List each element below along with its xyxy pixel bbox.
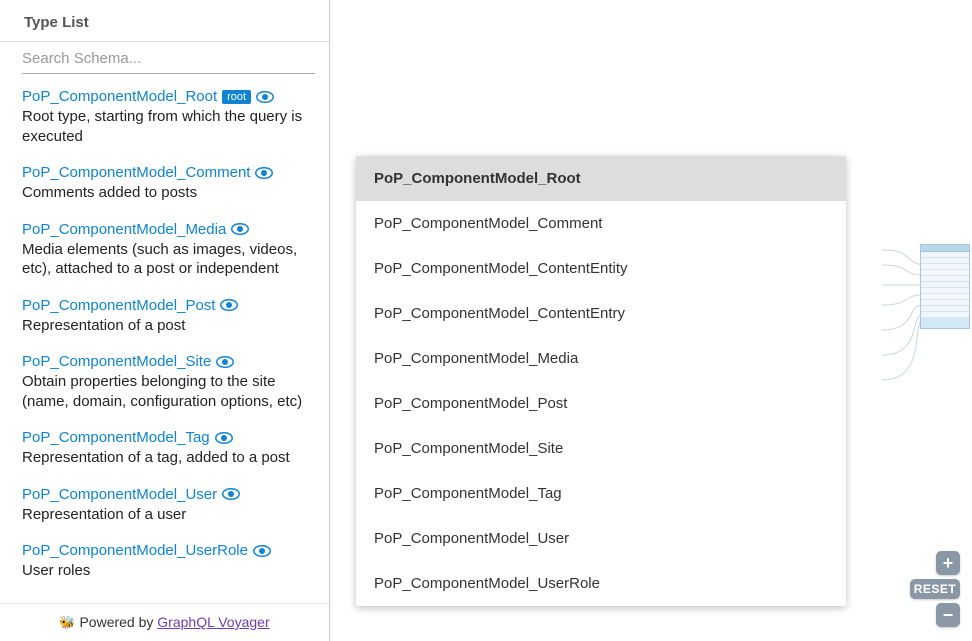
type-list: PoP_ComponentModel_Root root Root type, st… xyxy=(0,74,329,603)
type-list-item: PoP_ComponentModel_Root root Root type, st… xyxy=(22,80,315,156)
dropdown-option[interactable]: PoP_ComponentModel_ContentEntity xyxy=(356,246,846,291)
type-link[interactable]: PoP_ComponentModel_Root xyxy=(22,88,217,105)
search-input[interactable] xyxy=(22,42,315,74)
type-dropdown[interactable]: PoP_ComponentModel_Root PoP_ComponentMod… xyxy=(356,156,846,606)
eye-icon[interactable] xyxy=(216,356,234,368)
type-description: Comments added to posts xyxy=(22,183,315,203)
type-description: Obtain properties belonging to the site … xyxy=(22,372,315,411)
dropdown-option[interactable]: PoP_ComponentModel_UserRole xyxy=(356,561,846,606)
type-link[interactable]: PoP_ComponentModel_UserRole xyxy=(22,542,248,559)
type-link[interactable]: PoP_ComponentModel_Tag xyxy=(22,429,210,446)
eye-icon[interactable] xyxy=(220,299,238,311)
footer-text: Powered by xyxy=(79,614,157,630)
type-description: Representation of a user xyxy=(22,505,315,525)
type-description: Root type, starting from which the query… xyxy=(22,107,315,146)
sidebar-title: Type List xyxy=(0,0,329,42)
footer-link[interactable]: GraphQL Voyager xyxy=(157,614,269,630)
type-description: Media elements (such as images, videos, … xyxy=(22,240,315,279)
dropdown-selected[interactable]: PoP_ComponentModel_Root xyxy=(356,156,846,201)
search-wrap xyxy=(0,42,329,74)
eye-icon[interactable] xyxy=(256,91,274,103)
main-canvas[interactable]: PoP_ComponentModel_Root PoP_ComponentMod… xyxy=(330,0,972,641)
dropdown-option[interactable]: PoP_ComponentModel_Media xyxy=(356,336,846,381)
dropdown-option[interactable]: PoP_ComponentModel_Post xyxy=(356,381,846,426)
zoom-in-button[interactable]: + xyxy=(936,551,960,575)
graph-preview xyxy=(882,240,972,400)
dropdown-option[interactable]: PoP_ComponentModel_Tag xyxy=(356,471,846,516)
type-link[interactable]: PoP_ComponentModel_User xyxy=(22,486,217,503)
dropdown-option[interactable]: PoP_ComponentModel_Site xyxy=(356,426,846,471)
type-description: User roles xyxy=(22,561,315,581)
dropdown-option[interactable]: PoP_ComponentModel_User xyxy=(356,516,846,561)
eye-icon[interactable] xyxy=(215,432,233,444)
eye-icon[interactable] xyxy=(231,223,249,235)
graph-node xyxy=(920,244,970,329)
type-link[interactable]: PoP_ComponentModel_Media xyxy=(22,221,226,238)
type-description: Representation of a post xyxy=(22,316,315,336)
type-list-item: PoP_ComponentModel_Post Representation of… xyxy=(22,289,315,346)
type-description: Representation of a tag, added to a post xyxy=(22,448,315,468)
dropdown-option[interactable]: PoP_ComponentModel_Comment xyxy=(356,201,846,246)
sidebar: Type List PoP_ComponentModel_Root root Roo… xyxy=(0,0,330,641)
eye-icon[interactable] xyxy=(255,167,273,179)
type-link[interactable]: PoP_ComponentModel_Comment xyxy=(22,164,250,181)
eye-icon[interactable] xyxy=(222,488,240,500)
reset-button[interactable]: RESET xyxy=(910,579,960,599)
zoom-out-button[interactable]: − xyxy=(936,603,960,627)
dropdown-option[interactable]: PoP_ComponentModel_ContentEntry xyxy=(356,291,846,336)
type-list-item: PoP_ComponentModel_Comment Comments added… xyxy=(22,156,315,213)
type-list-item: PoP_ComponentModel_User Representation of… xyxy=(22,478,315,535)
eye-icon[interactable] xyxy=(253,545,271,557)
type-link[interactable]: PoP_ComponentModel_Site xyxy=(22,353,211,370)
type-list-item: PoP_ComponentModel_Media Media elements (… xyxy=(22,213,315,289)
root-badge: root xyxy=(222,90,251,104)
logo-icon: 🐝 xyxy=(59,615,75,630)
type-list-item: PoP_ComponentModel_UserRole User roles xyxy=(22,534,315,591)
type-list-item: PoP_ComponentModel_Site Obtain properties… xyxy=(22,345,315,421)
type-list-item: PoP_ComponentModel_Tag Representation of … xyxy=(22,421,315,478)
type-link[interactable]: PoP_ComponentModel_Post xyxy=(22,297,215,314)
footer: 🐝 Powered by GraphQL Voyager xyxy=(0,603,329,641)
zoom-controls: + RESET − xyxy=(910,551,960,627)
